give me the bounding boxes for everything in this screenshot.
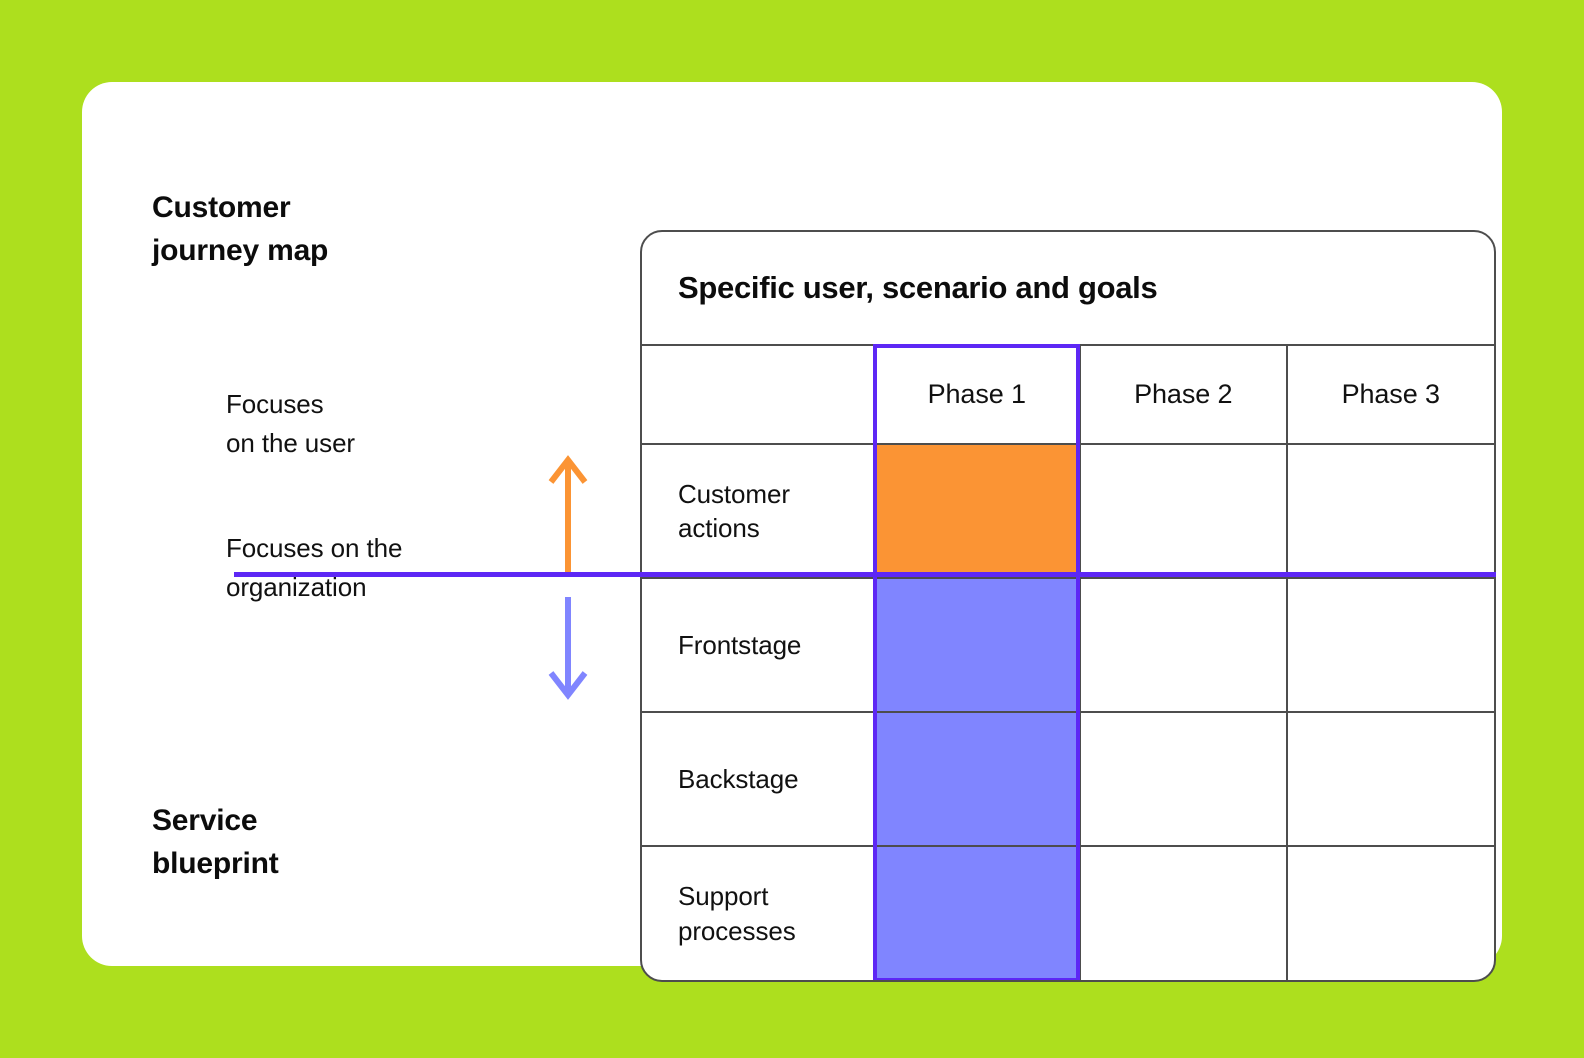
diagram-canvas: Customer journey map Focuses on the user…	[0, 0, 1584, 1058]
customer-journey-map-title: Customer journey map	[152, 191, 329, 267]
table-row: Backstage	[642, 713, 1494, 847]
cell-support-processes-phase-3[interactable]	[1288, 847, 1494, 980]
cell-frontstage-phase-3[interactable]	[1288, 579, 1494, 711]
table-header-title: Specific user, scenario and goals	[678, 270, 1158, 305]
arrow-up-icon	[546, 452, 590, 581]
cell-frontstage-phase-1[interactable]	[874, 579, 1082, 711]
cell-customer-actions-phase-2[interactable]	[1081, 445, 1288, 577]
arrow-down-icon	[546, 595, 590, 708]
row-header-customer-actions: Customer actions	[642, 445, 875, 577]
focuses-on-the-user-label: Focuses on the user	[226, 389, 355, 458]
cell-support-processes-phase-1[interactable]	[874, 847, 1082, 980]
table-row: Frontstage	[642, 579, 1494, 713]
service-blueprint-title: Service blueprint	[152, 804, 279, 880]
journey-blueprint-table: Specific user, scenario and goals Phase …	[640, 230, 1496, 982]
line-of-interaction-divider	[234, 572, 1496, 577]
phase-header-row: Phase 1 Phase 2 Phase 3	[642, 346, 1494, 445]
cell-support-processes-phase-2[interactable]	[1081, 847, 1288, 980]
cell-backstage-phase-2[interactable]	[1081, 713, 1288, 845]
column-header-phase-1-label: Phase 1	[927, 379, 1026, 409]
cell-customer-actions-phase-1[interactable]	[874, 445, 1082, 577]
row-header-backstage-label: Backstage	[678, 763, 799, 794]
row-header-support-processes-label: Support processes	[678, 881, 796, 946]
column-header-phase-2-label: Phase 2	[1134, 379, 1233, 409]
column-header-phase-2[interactable]: Phase 2	[1081, 346, 1288, 443]
white-card: Customer journey map Focuses on the user…	[82, 82, 1502, 982]
focuses-on-the-organization-label: Focuses on the organization	[226, 533, 403, 602]
cell-backstage-phase-3[interactable]	[1288, 713, 1494, 845]
column-header-phase-1[interactable]: Phase 1	[875, 346, 1082, 443]
cell-customer-actions-phase-3[interactable]	[1288, 445, 1494, 577]
row-header-support-processes: Support processes	[642, 847, 875, 980]
phase-row-corner-cell	[642, 346, 875, 443]
table-row: Support processes	[642, 847, 1494, 980]
row-header-customer-actions-label: Customer actions	[678, 478, 790, 543]
row-header-frontstage: Frontstage	[642, 579, 875, 711]
column-header-phase-3-label: Phase 3	[1341, 379, 1440, 409]
row-header-backstage: Backstage	[642, 713, 875, 845]
table-row: Customer actions	[642, 445, 1494, 579]
row-header-frontstage-label: Frontstage	[678, 629, 802, 660]
column-header-phase-3[interactable]: Phase 3	[1288, 346, 1494, 443]
cell-frontstage-phase-2[interactable]	[1081, 579, 1288, 711]
table-header-band: Specific user, scenario and goals	[642, 232, 1494, 346]
cell-backstage-phase-1[interactable]	[874, 713, 1082, 845]
